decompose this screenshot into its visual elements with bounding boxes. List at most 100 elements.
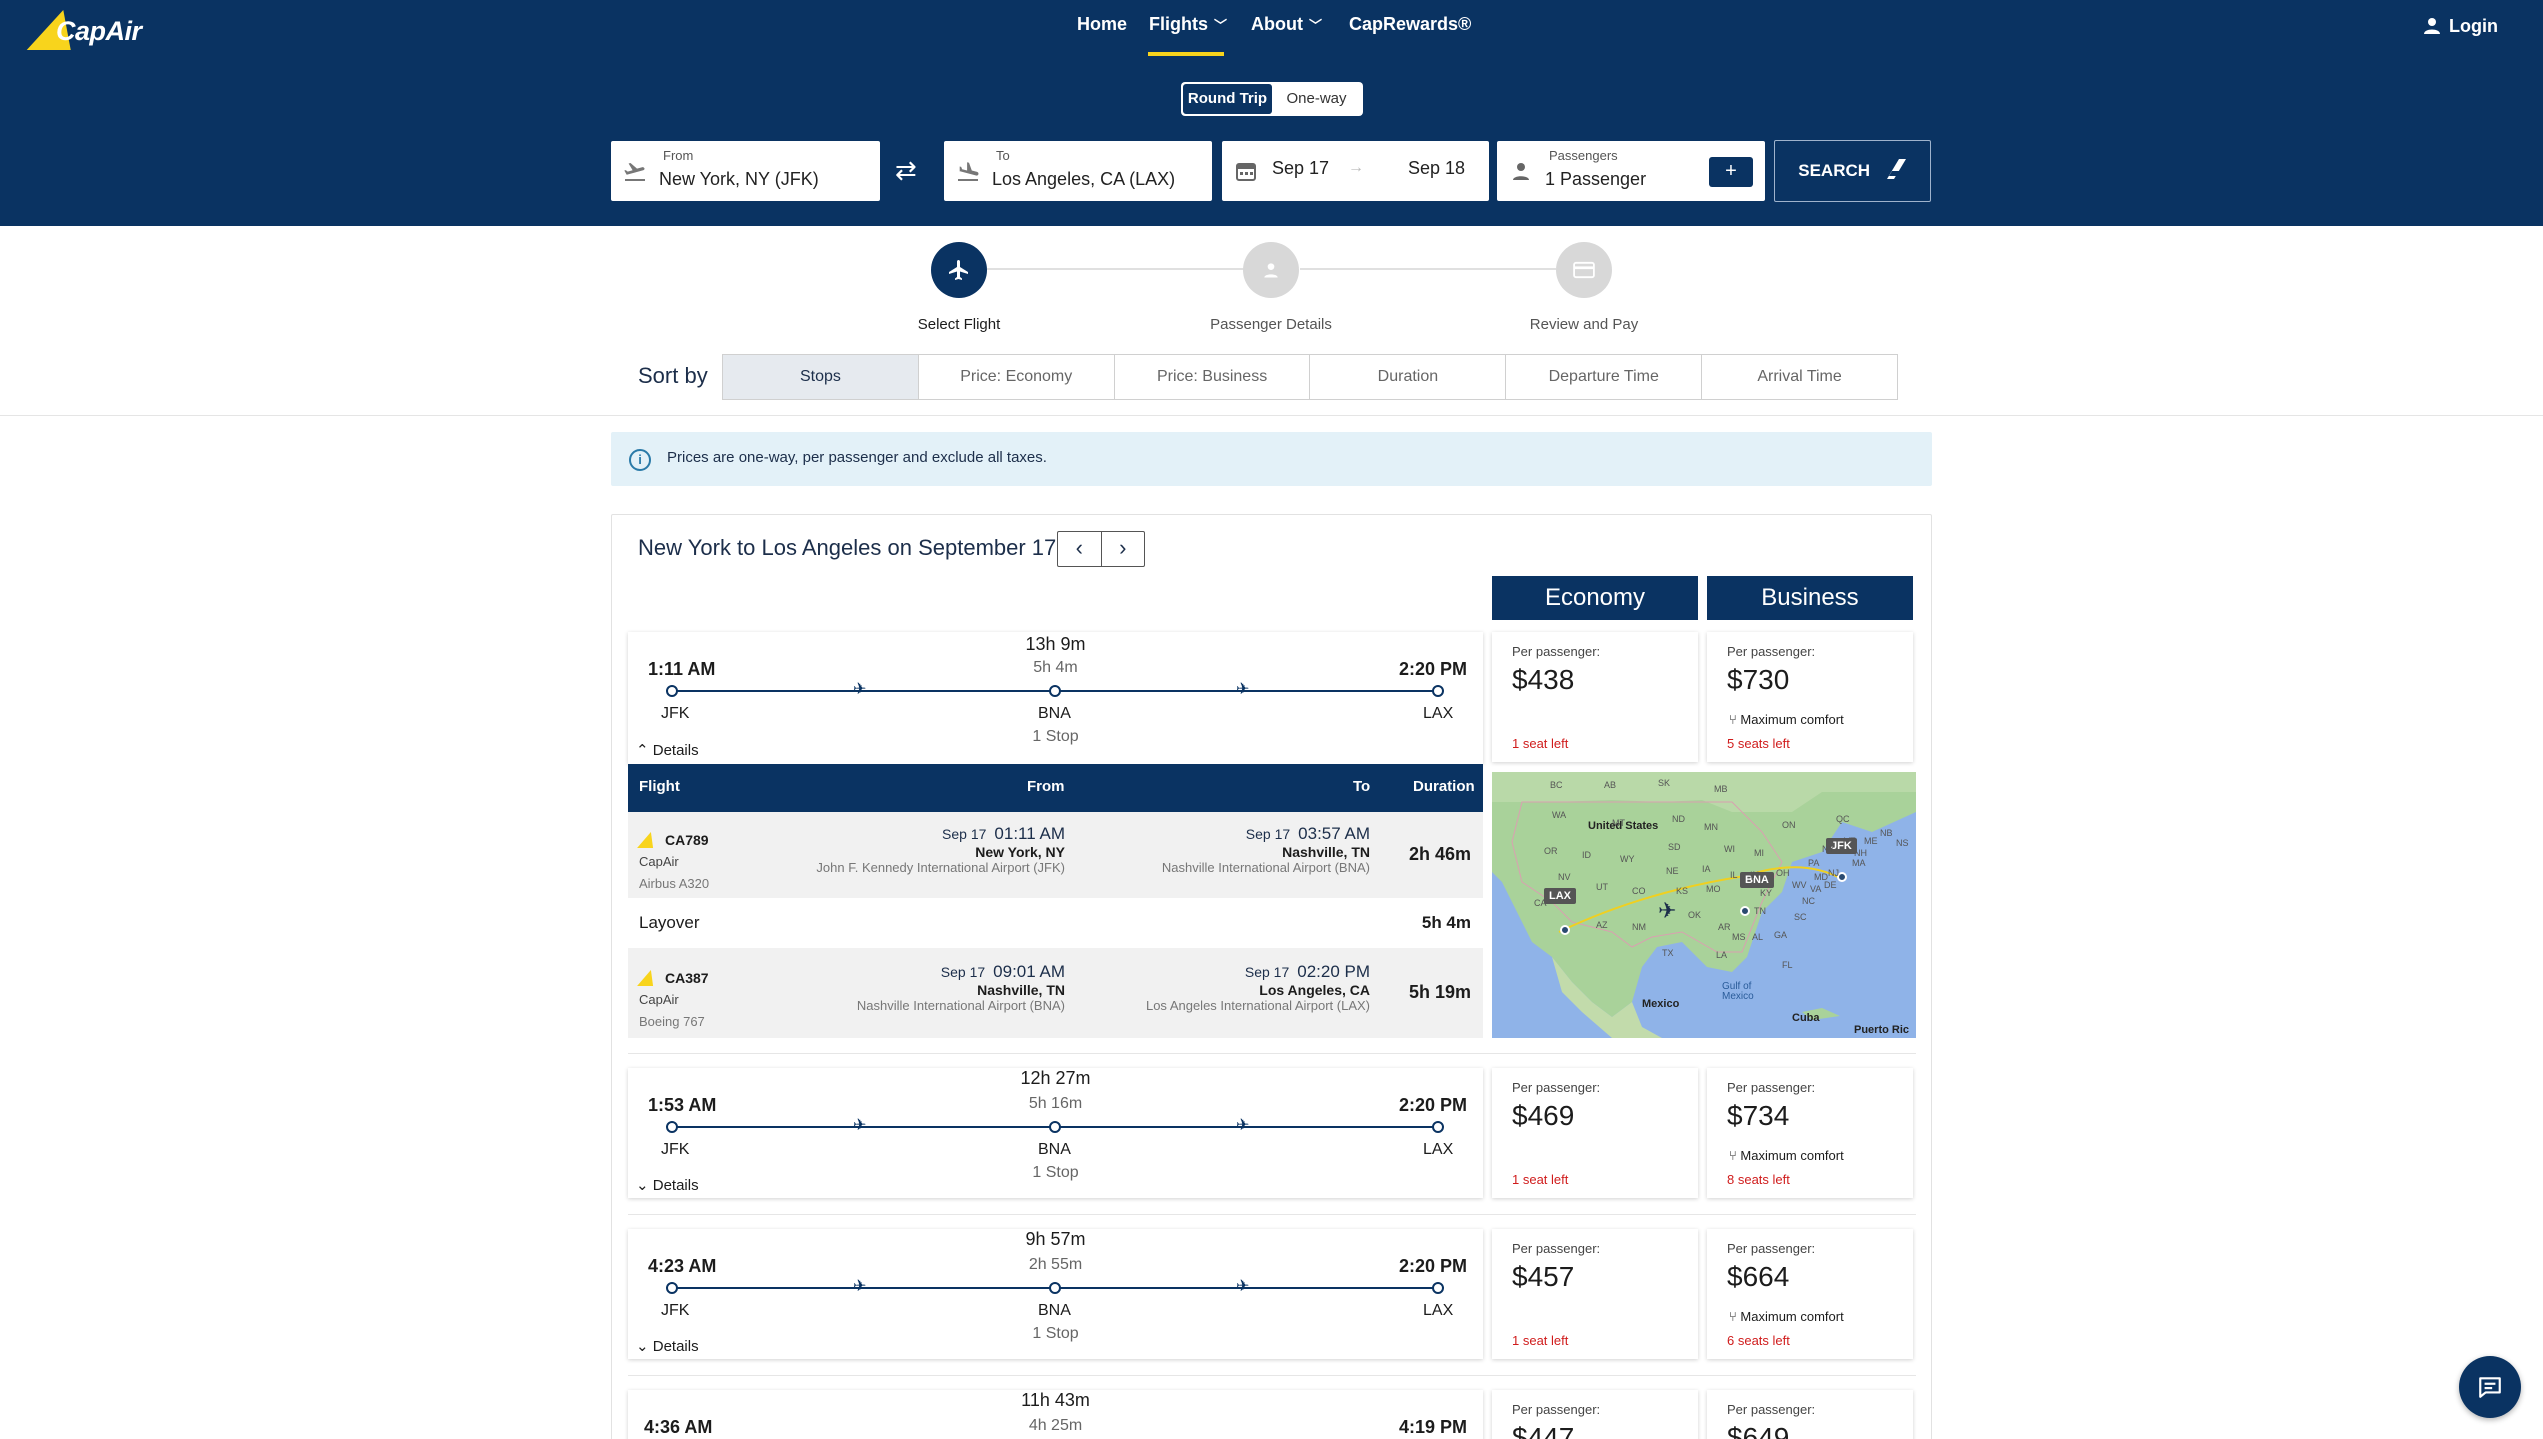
destination-code: LAX — [1423, 1141, 1454, 1158]
dep-airport: John F. Kennedy International Airport (J… — [816, 860, 1065, 875]
plane-icon: ✈ — [853, 1117, 867, 1134]
date-field[interactable]: Sep 17 → Sep 18 — [1222, 141, 1489, 201]
step-connector — [986, 268, 1244, 270]
business-price-card[interactable]: Per passenger: $664 ⑂ Maximum comfort 6 … — [1707, 1229, 1913, 1359]
sort-duration[interactable]: Duration — [1309, 355, 1505, 399]
sort-departure-time[interactable]: Departure Time — [1505, 355, 1701, 399]
per-passenger-label: Per passenger: — [1727, 1402, 1816, 1417]
map-state-label: OK — [1688, 910, 1702, 920]
add-passenger-button[interactable]: + — [1709, 157, 1753, 187]
chevron-down-icon: ⌄ — [636, 1338, 653, 1355]
dep-city: Nashville, TN — [977, 982, 1065, 998]
stop-code: BNA — [1038, 705, 1071, 722]
date-arrow-icon: → — [1348, 159, 1364, 176]
to-field[interactable]: To Los Angeles, CA (LAX) — [944, 141, 1212, 201]
map-state-label: MT — [1612, 818, 1625, 828]
step-label: Passenger Details — [1210, 316, 1332, 333]
depart-date[interactable]: Sep 17 — [1272, 158, 1329, 179]
trip-type-toggle: Round Trip One-way — [1181, 82, 1363, 116]
flight-segment: CA789 CapAir Airbus A320 Sep 17 01:11 AM … — [628, 812, 1483, 898]
map-state-label: ID — [1582, 850, 1591, 860]
details-toggle[interactable]: ⌃ Details — [636, 741, 699, 759]
total-duration: 13h 9m — [1025, 634, 1086, 654]
map-state-label: AL — [1752, 932, 1764, 942]
login-button[interactable]: Login — [2423, 16, 2498, 37]
business-price-card[interactable]: Per passenger: $730 ⑂ Maximum comfort 5 … — [1707, 632, 1913, 762]
next-day-button[interactable]: › — [1102, 532, 1145, 566]
map-state-label: WI — [1724, 844, 1735, 854]
economy-price-card[interactable]: Per passenger: $438 1 seat left — [1492, 632, 1698, 762]
business-price: $649 — [1727, 1422, 1790, 1439]
economy-price-card[interactable]: Per passenger: $457 1 seat left — [1492, 1229, 1698, 1359]
map-state-label: IA — [1702, 864, 1711, 874]
business-price: $730 — [1727, 664, 1790, 695]
airplane-icon — [949, 260, 968, 280]
return-date[interactable]: Sep 18 — [1408, 158, 1465, 179]
col-from: From — [1027, 778, 1065, 795]
top-header: CapAir Home Flights ﹀ About ﹀ CapRewards® … — [0, 0, 2543, 226]
map-state-label: SK — [1658, 778, 1671, 788]
capair-logo[interactable]: CapAir — [26, 8, 142, 54]
logo-text: CapAir — [56, 16, 142, 46]
one-way-option[interactable]: One-way — [1272, 84, 1361, 114]
search-button[interactable]: SEARCH — [1774, 140, 1931, 202]
nav-flights[interactable]: Flights ﹀ — [1149, 14, 1227, 35]
chat-button[interactable] — [2459, 1356, 2521, 1418]
sort-arrival-time[interactable]: Arrival Time — [1701, 355, 1897, 399]
credit-card-icon — [1573, 261, 1595, 279]
business-price-card[interactable]: Per passenger: $734 ⑂ Maximum comfort 8 … — [1707, 1068, 1913, 1198]
passengers-label: Passengers — [1549, 148, 1618, 163]
economy-price-card[interactable]: Per passenger: $469 1 seat left — [1492, 1068, 1698, 1198]
map-state-label: SD — [1668, 842, 1681, 852]
seats-left: 5 seats left — [1727, 736, 1790, 751]
round-trip-option[interactable]: Round Trip — [1183, 84, 1272, 114]
from-label: From — [663, 148, 694, 163]
origin-dot — [666, 1282, 678, 1294]
prev-day-button[interactable]: ‹ — [1058, 532, 1102, 566]
route-map[interactable]: United States Mexico Gulf of Mexico Cuba… — [1492, 772, 1916, 1038]
from-field[interactable]: From New York, NY (JFK) — [611, 141, 880, 201]
business-price: $664 — [1727, 1261, 1790, 1292]
sort-price-business[interactable]: Price: Business — [1113, 355, 1310, 399]
flight-row[interactable]: 12h 27m 5h 16m 1:53 AM 2:20 PM ✈ ✈ JFK B… — [628, 1068, 1483, 1198]
details-toggle[interactable]: ⌄ Details — [636, 1176, 699, 1194]
map-state-label: NB — [1880, 828, 1893, 838]
flight-segment: CA387 CapAir Boeing 767 Sep 17 09:01 AM N… — [628, 950, 1483, 1036]
nav-caprewards[interactable]: CapRewards® — [1349, 14, 1471, 35]
map-state-label: NS — [1896, 838, 1909, 848]
seat-icon: ⑂ — [1729, 1148, 1741, 1163]
segment-duration: 2h 46m — [1408, 844, 1471, 864]
economy-price-card[interactable]: Per passenger: $447 — [1492, 1390, 1698, 1439]
airline: CapAir — [639, 992, 679, 1007]
flight-row[interactable]: 11h 43m 4h 25m 4:36 AM 4:19 PM — [628, 1390, 1483, 1439]
map-state-label: DE — [1824, 880, 1837, 890]
departure-time: 1:11 AM — [648, 659, 716, 679]
stop-dot — [1049, 1282, 1061, 1294]
sort-stops[interactable]: Stops — [723, 355, 918, 399]
map-marker-lax[interactable]: LAX — [1544, 888, 1576, 904]
capair-mini-logo — [637, 832, 659, 848]
origin-code: JFK — [661, 1141, 690, 1158]
flight-row[interactable]: 9h 57m 2h 55m 4:23 AM 2:20 PM ✈ ✈ JFK BN… — [628, 1229, 1483, 1359]
from-value: New York, NY (JFK) — [659, 169, 819, 189]
map-state-label: IN — [1750, 870, 1759, 880]
nav-home[interactable]: Home — [1077, 14, 1127, 35]
notice-text: Prices are one-way, per passenger and ex… — [667, 449, 1047, 466]
comfort-feature: ⑂ Maximum comfort — [1729, 712, 1844, 727]
map-state-label: NE — [1666, 866, 1679, 876]
flight-row[interactable]: 13h 9m 5h 4m 1:11 AM 2:20 PM ✈ ✈ JFK BNA… — [628, 632, 1483, 764]
details-toggle[interactable]: ⌄ Details — [636, 1337, 699, 1355]
swap-icon[interactable]: ⇄ — [895, 155, 917, 186]
seat-icon: ⑂ — [1729, 1309, 1741, 1324]
sort-price-economy[interactable]: Price: Economy — [917, 355, 1114, 399]
arrival-time: 2:20 PM — [1398, 1095, 1467, 1115]
step-select-flight[interactable] — [931, 242, 987, 298]
arrival-time: 2:20 PM — [1398, 659, 1467, 679]
map-state-label: WY — [1620, 854, 1635, 864]
business-price-card[interactable]: Per passenger: $649 — [1707, 1390, 1913, 1439]
map-state-label: AZ — [1596, 920, 1608, 930]
arr-airport: Nashville International Airport (BNA) — [1161, 860, 1370, 875]
details-label: Details — [652, 1177, 699, 1194]
nav-about[interactable]: About ﹀ — [1251, 14, 1322, 35]
chat-icon — [2479, 1377, 2501, 1398]
